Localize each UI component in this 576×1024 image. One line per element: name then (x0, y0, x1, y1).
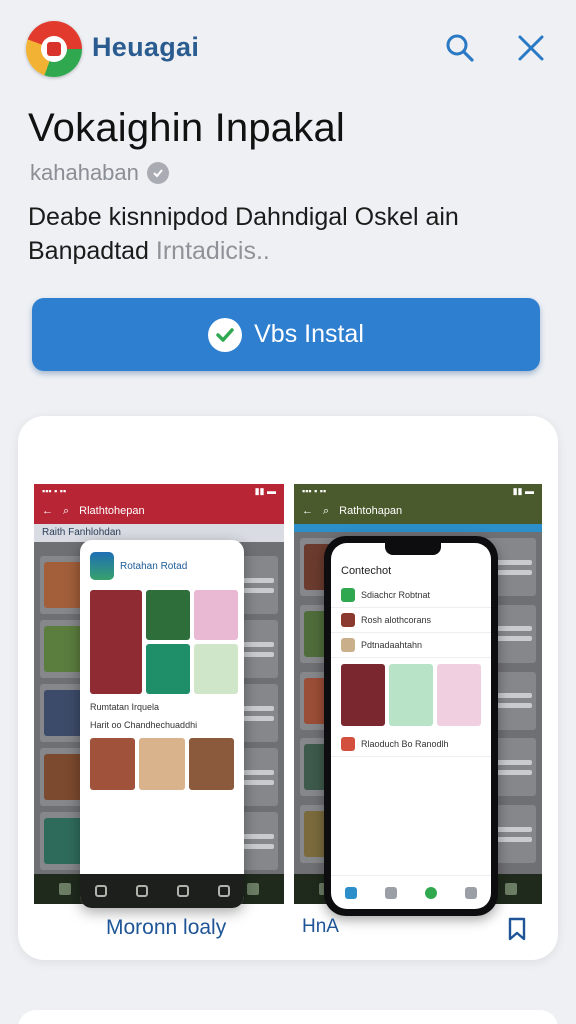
popup-title: Rotahan Rotad (120, 560, 188, 572)
screen-topbar: ← ⌕ Rathtohapan (294, 498, 542, 524)
app-header: Hеuagai (0, 0, 576, 100)
description-line-2-b: Irntadicis.. (155, 237, 270, 265)
phone-mockup: Contechot Sdiachcr Robtnat Rosh alothcor… (324, 536, 498, 916)
status-bar: ▪▪▪ ▪ ▪▪ ▮▮ ▬ (34, 484, 284, 498)
description-line-2-a: Banpadtad (28, 237, 156, 265)
search-button[interactable] (440, 28, 480, 68)
list-item: Rlaoduch Bo Ranodlh (331, 732, 491, 757)
photo-tile (139, 738, 185, 790)
search-icon: ⌕ (63, 504, 70, 517)
photo-grid (80, 586, 244, 698)
status-bar: ▪▪▪ ▪ ▪▪ ▮▮ ▬ (294, 484, 542, 498)
search-icon: ⌕ (323, 504, 330, 517)
next-card-peek (18, 1010, 558, 1024)
tag-link[interactable]: HnA (302, 916, 339, 938)
publisher[interactable]: kahahaban (30, 160, 169, 186)
screen-topbar: ← ⌕ Rlathtohepan (34, 498, 284, 524)
popup-line-2: Harit oo Chandhechuaddhi (90, 720, 198, 730)
photo-tile (146, 644, 190, 694)
popup-line-1: Rumtatan Irquela (90, 702, 160, 712)
bookmark-button[interactable] (502, 914, 532, 944)
publisher-name: kahahaban (30, 160, 139, 185)
more-link[interactable]: Moronn loaly (106, 916, 226, 940)
app-logo[interactable] (26, 21, 82, 77)
popup-nav (80, 874, 244, 908)
photo-tile (194, 590, 238, 640)
app-description: Deabe kisnnipdod Dahndigal Oskel ain Ban… (28, 200, 548, 268)
app-icon (90, 552, 114, 580)
list-item: Rosh alothcorans (331, 608, 491, 633)
tab-strip (294, 524, 542, 532)
install-label: Vbs Instal (254, 320, 364, 348)
description-line-2: Banpadtad Irntadicis.. (28, 234, 548, 268)
brand-name: Hеuagai (92, 32, 200, 62)
screen-title: Rlathtohepan (79, 505, 145, 517)
list-item: Pdtnadaahtahn (331, 633, 491, 658)
photo-tile (341, 664, 385, 726)
photo-grid (331, 658, 491, 732)
photo-tile (188, 738, 234, 790)
close-icon (518, 35, 544, 61)
verified-icon (146, 162, 169, 184)
screenshot-popup: Rotahan Rotad Rumtatan Irquela Harit oo … (80, 540, 244, 908)
back-arrow-icon: ← (302, 505, 313, 517)
install-check-icon (208, 317, 243, 352)
description-line-1: Deabe kisnnipdod Dahndigal Oskel ain (28, 203, 459, 231)
screen-title: Rathtohapan (339, 505, 403, 517)
card-footer: Moronn loaly HnA (18, 906, 558, 960)
screenshots-card: ▪▪▪ ▪ ▪▪ ▮▮ ▬ ← ⌕ Rlathtohepan Raith Fanh… (18, 416, 558, 960)
popup-photos (80, 734, 244, 794)
photo-tile (194, 644, 238, 694)
phone-nav (331, 875, 491, 909)
bookmark-icon (508, 917, 526, 941)
photo-tile (389, 664, 433, 726)
photo-tile (437, 664, 481, 726)
install-button[interactable]: Vbs Instal (32, 298, 540, 371)
photo-tile (90, 590, 142, 694)
close-button[interactable] (511, 28, 551, 68)
app-title: Vokaighin Inpakal (28, 106, 345, 150)
back-arrow-icon: ← (42, 505, 53, 517)
list-item: Sdiachcr Robtnat (331, 583, 491, 608)
photo-tile (146, 590, 190, 640)
search-icon (446, 34, 474, 62)
photo-tile (90, 738, 136, 790)
